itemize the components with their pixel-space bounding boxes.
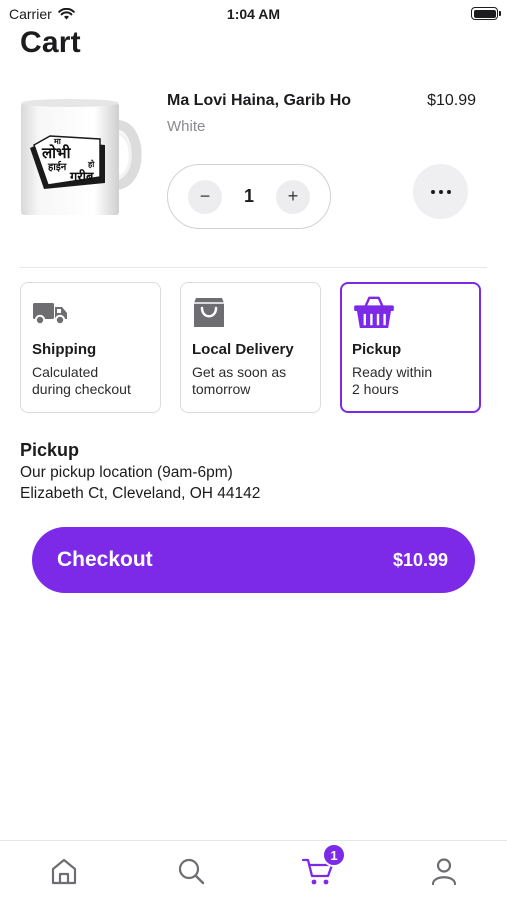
delivery-option-description: Calculated during checkout	[32, 364, 131, 397]
mug-print-text: गरीब	[69, 169, 94, 185]
increment-button[interactable]: +	[275, 179, 310, 214]
delivery-option-description: Ready within 2 hours	[352, 364, 433, 397]
product-image[interactable]: मा लोभी हाईन हो गरीब	[20, 93, 143, 220]
delivery-option-title: Pickup	[352, 341, 402, 358]
battery-icon	[471, 7, 501, 20]
status-bar: Carrier 1:04 AM	[0, 0, 507, 28]
status-time: 1:04 AM	[226, 6, 281, 22]
checkout-label: Checkout	[57, 548, 153, 571]
delivery-option-description: Get as soon as tomorrow	[192, 364, 287, 397]
delivery-option-shipping[interactable]: Shipping Calculated during checkout	[20, 282, 161, 413]
mug-print-text: हो	[87, 159, 95, 169]
product-price: $10.99	[427, 92, 476, 109]
tab-bar: 1	[0, 840, 507, 900]
tab-home[interactable]	[48, 855, 80, 887]
delivery-option-title: Shipping	[32, 341, 97, 358]
quantity-value: 1	[243, 186, 254, 206]
checkout-total: $10.99	[392, 549, 448, 570]
product-name[interactable]: Ma Lovi Haina, Garib Ho	[167, 92, 351, 110]
quantity-stepper: − 1 +	[167, 164, 331, 229]
home-icon	[51, 858, 77, 885]
decrement-button[interactable]: −	[188, 179, 222, 214]
pickup-heading: Pickup	[20, 440, 80, 460]
delivery-option-local-delivery[interactable]: Local Delivery Get as soon as tomorrow	[180, 282, 321, 413]
mug-print-text: हाईन	[47, 160, 67, 173]
tab-search[interactable]	[175, 855, 207, 887]
truck-icon	[33, 303, 67, 326]
tab-cart[interactable]: 1	[302, 843, 346, 887]
page-title: Cart	[20, 26, 81, 59]
user-icon	[431, 858, 457, 886]
delivery-option-pickup[interactable]: Pickup Ready within 2 hours	[340, 282, 481, 413]
delivery-option-title: Local Delivery	[192, 341, 294, 358]
divider	[20, 267, 487, 268]
search-icon	[178, 858, 205, 885]
mug-print-text: लोभी	[41, 144, 72, 162]
more-options-button[interactable]	[413, 164, 468, 219]
ellipsis-icon	[430, 189, 435, 194]
product-variant: White	[167, 118, 206, 135]
cart-count-badge: 1	[322, 843, 346, 867]
pickup-address: Elizabeth Ct, Cleveland, OH 44142	[20, 485, 261, 502]
basket-icon	[354, 296, 394, 329]
checkout-button[interactable]: Checkout $10.99	[32, 527, 475, 593]
shopping-bag-icon	[194, 298, 224, 327]
tab-profile[interactable]	[428, 855, 460, 887]
pickup-location: Our pickup location (9am-6pm)	[20, 464, 233, 481]
